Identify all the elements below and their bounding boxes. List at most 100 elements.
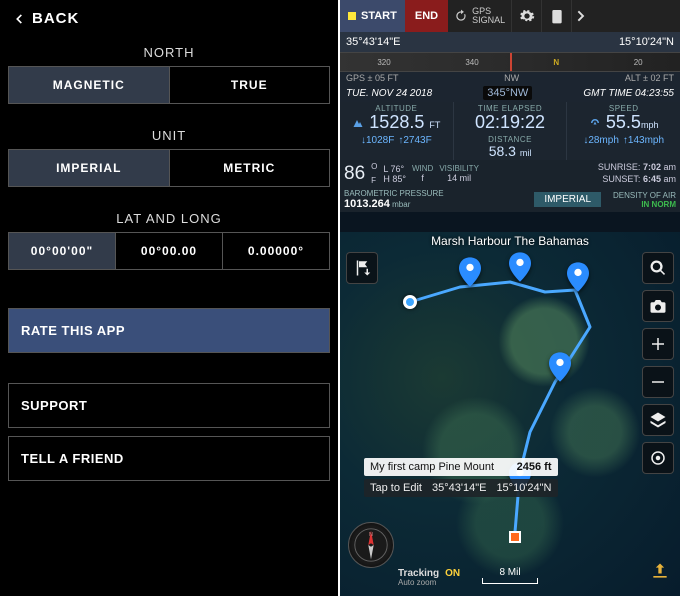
tell-friend-button[interactable]: TELL A FRIEND	[8, 436, 330, 481]
imperial-toggle-button[interactable]: IMPERIAL	[534, 192, 601, 207]
scale-bar: 8 Mil	[482, 567, 538, 584]
altitude-range: 1028F 2743F	[344, 135, 449, 146]
log-button[interactable]	[541, 0, 571, 32]
share-button[interactable]	[650, 561, 670, 586]
waypoint-pin[interactable]	[509, 252, 531, 282]
stats-panel: ALTITUDE 1528.5 FT TIME ELAPSED 02:19:22…	[340, 102, 680, 160]
layers-button[interactable]	[642, 404, 674, 436]
unit-title: UNIT	[0, 128, 338, 143]
zoom-in-button[interactable]	[642, 328, 674, 360]
more-button[interactable]	[571, 0, 589, 32]
bearing-value: 345°NW	[483, 86, 532, 100]
distance-cell[interactable]: DISTANCE 58.3 mil	[454, 133, 568, 160]
speed-unit: mph	[641, 120, 659, 130]
waypoint-pin[interactable]	[567, 262, 589, 292]
zoom-out-button[interactable]	[642, 366, 674, 398]
date-row: TUE. NOV 24 2018 345°NW GMT TIME 04:23:5…	[340, 84, 680, 102]
svg-text:N: N	[369, 532, 373, 538]
speed-range: 28mph 143mph	[571, 135, 676, 146]
end-label: END	[415, 10, 438, 22]
callout-title: My first camp Pine Mount	[370, 461, 494, 473]
speed-min: 28mph	[583, 135, 619, 146]
mountain-icon	[352, 117, 364, 129]
sunrise-value: 7:02	[643, 162, 661, 172]
temp-deg-f: F	[371, 176, 377, 185]
crosshair-icon	[649, 449, 667, 467]
speed-max: 143mph	[623, 135, 664, 146]
sunrise-label: SUNRISE:	[598, 162, 641, 172]
map-tools	[642, 252, 674, 474]
compass-widget[interactable]: N	[348, 522, 394, 568]
start-button[interactable]: START	[340, 0, 405, 32]
north-title: NORTH	[0, 45, 338, 60]
waypoint-pin[interactable]	[549, 352, 571, 382]
callout-lat: 35°43'14"E	[432, 482, 486, 494]
sunset-value: 6:45	[643, 174, 661, 184]
temp-high: H 85°	[383, 174, 406, 184]
elapsed-cell[interactable]: TIME ELAPSED 02:19:22	[454, 102, 568, 133]
baro-label: BAROMETRIC PRESSURE	[344, 189, 444, 198]
temp-deg-o: O	[371, 162, 377, 171]
start-label: START	[361, 10, 397, 22]
back-button[interactable]: BACK	[0, 0, 338, 37]
altitude-value: 1528.5	[369, 112, 424, 132]
route-start-icon	[403, 295, 417, 309]
latlong-dms[interactable]: 00°00'00"	[9, 233, 115, 269]
gear-icon	[519, 8, 535, 24]
unit-metric[interactable]: METRIC	[169, 150, 330, 186]
clipboard-icon	[549, 8, 565, 24]
waypoint-pin[interactable]	[459, 257, 481, 287]
latlong-dd[interactable]: 0.00000°	[222, 233, 329, 269]
temp-low: L 76°	[383, 164, 406, 174]
start-marker-icon	[348, 12, 356, 20]
temp-block[interactable]: 86	[344, 162, 365, 185]
speed-cell[interactable]: SPEED 55.5mph	[567, 102, 680, 133]
ruler-tick: 340	[465, 58, 478, 67]
layers-icon	[649, 411, 667, 429]
gps-screen: START END GPSSIGNAL 35°43'14"E 15°10'24"…	[340, 0, 680, 596]
locate-button[interactable]	[642, 442, 674, 474]
sun-times: SUNRISE: 7:02 am SUNSET: 6:45 am	[598, 162, 676, 185]
gps-signal-button[interactable]: GPSSIGNAL	[448, 0, 511, 32]
altitude-unit: FT	[429, 120, 440, 130]
latlong-dm[interactable]: 00°00.00	[115, 233, 222, 269]
lon-value: 15°10'24"N	[619, 36, 674, 48]
distance-value: 58.3	[489, 143, 516, 159]
end-button[interactable]: END	[405, 0, 448, 32]
baro-unit: mbar	[392, 200, 410, 209]
chevron-left-icon	[12, 12, 26, 26]
sunset-label: SUNSET:	[602, 174, 640, 184]
lat-value: 35°43'14"E	[346, 36, 400, 48]
north-true[interactable]: TRUE	[169, 67, 330, 103]
altitude-cell[interactable]: ALTITUDE 1528.5 FT	[340, 102, 454, 133]
gauge-icon	[589, 117, 601, 129]
support-button[interactable]: SUPPORT	[8, 383, 330, 428]
north-magnetic[interactable]: MAGNETIC	[9, 67, 169, 103]
density-label: DENSITY OF AIR	[613, 191, 676, 200]
callout-tap[interactable]: Tap to Edit	[370, 482, 422, 494]
waypoint-add-button[interactable]	[346, 252, 378, 284]
latlong-title: LAT AND LONG	[0, 211, 338, 226]
settings-button[interactable]	[511, 0, 541, 32]
latlong-segment: 00°00'00" 00°00.00 0.00000°	[8, 232, 330, 270]
compass-ruler[interactable]: 320 340 N 20	[340, 52, 680, 72]
search-icon	[649, 259, 667, 277]
tracking-state: ON	[445, 568, 460, 579]
minus-icon	[649, 373, 667, 391]
alt-min: 1028F	[361, 135, 394, 146]
alt-accuracy: ALT ± 02 FT	[625, 73, 674, 83]
distance-unit: mil	[520, 148, 532, 158]
camera-button[interactable]	[642, 290, 674, 322]
route-end-icon	[509, 531, 521, 543]
sunset-ampm: am	[663, 174, 676, 184]
sunrise-ampm: am	[663, 162, 676, 172]
unit-segment: IMPERIAL METRIC	[8, 149, 330, 187]
tracking-status[interactable]: TrackingON Auto zoom	[398, 568, 460, 588]
coords-row: 35°43'14"E 15°10'24"N	[340, 32, 680, 52]
accuracy-row: GPS ± 05 FT NW ALT ± 02 FT	[340, 72, 680, 84]
waypoint-callout[interactable]: My first camp Pine Mount 2456 ft Tap to …	[364, 458, 558, 500]
unit-imperial[interactable]: IMPERIAL	[9, 150, 169, 186]
rate-app-button[interactable]: RATE THIS APP	[8, 308, 330, 353]
tracking-mode: Auto zoom	[398, 579, 460, 588]
search-button[interactable]	[642, 252, 674, 284]
